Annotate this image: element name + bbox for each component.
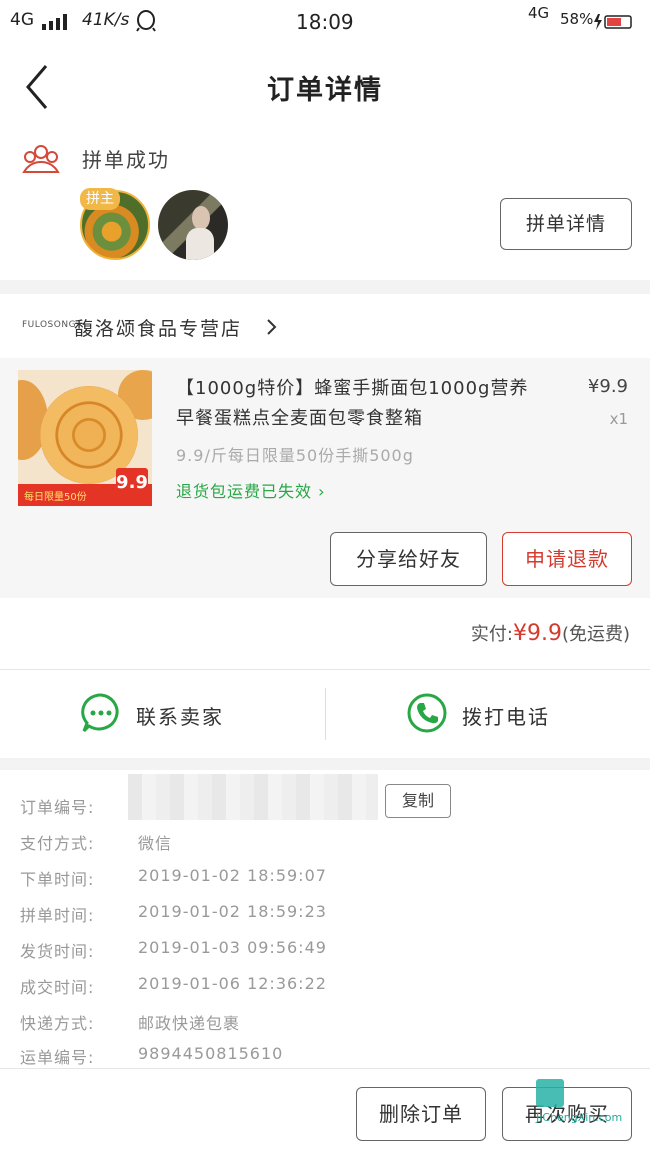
info-label: 运单编号: — [20, 1048, 95, 1067]
paid-amount: ¥9.9 — [512, 621, 562, 646]
shop-name: 馥洛颂食品专营店 — [74, 318, 243, 340]
avatar-member — [158, 190, 228, 260]
call-phone-button[interactable]: 拨打电话 — [406, 692, 606, 736]
chevron-right-icon: › — [318, 482, 326, 501]
info-label: 支付方式: — [20, 834, 95, 853]
image-price-badge: 9.9 — [116, 468, 148, 502]
bottom-action-bar: 删除订单 再次购买 JiChengXin.com — [0, 1068, 650, 1155]
info-value: 邮政快递包裹 — [138, 1014, 241, 1033]
image-tag-text: 每日限量50份 — [24, 492, 87, 503]
info-label: 成交时间: — [20, 978, 95, 997]
call-phone-label: 拨打电话 — [462, 705, 550, 729]
watermark-text: JiChengXin.com — [536, 1111, 623, 1124]
watermark-logo — [536, 1079, 564, 1107]
order-info-section: 复制 订单编号: 支付方式: 微信 下单时间: 2019-01-02 18:59… — [0, 770, 650, 1070]
group-buy-section: 拼单成功 拼主 拼单详情 — [0, 130, 650, 280]
shop-logo: FULOSONG — [22, 320, 77, 330]
signal-icon — [42, 14, 67, 30]
phone-icon — [407, 693, 447, 733]
shipping-note-text: 退货包运费已失效 — [176, 482, 313, 501]
info-value: 9894450815610 — [138, 1044, 284, 1063]
network-indicator: 4G — [10, 10, 34, 30]
contact-seller-label: 联系卖家 — [136, 705, 224, 729]
order-actions: 分享给好友 申请退款 — [0, 518, 650, 598]
shipping-free-note: (免运费) — [561, 624, 630, 645]
info-value: 2019-01-02 18:59:23 — [138, 902, 327, 921]
qq-icon — [136, 10, 156, 32]
network-speed: 41K/s — [82, 10, 130, 30]
product-spec: 9.9/斤每日限量50份手撕500g — [176, 446, 414, 465]
clock: 18:09 — [296, 10, 354, 34]
info-value: 2019-01-03 09:56:49 — [138, 938, 327, 957]
group-detail-button[interactable]: 拼单详情 — [500, 198, 632, 250]
chevron-right-icon — [267, 319, 277, 335]
info-label: 发货时间: — [20, 942, 95, 961]
group-status-text: 拼单成功 — [82, 148, 170, 172]
battery-level: 58% — [560, 10, 594, 28]
share-button[interactable]: 分享给好友 — [330, 532, 487, 586]
info-label: 下单时间: — [20, 870, 95, 889]
copy-button[interactable]: 复制 — [385, 784, 451, 818]
chat-icon — [81, 693, 119, 733]
battery-icon — [594, 14, 632, 30]
paid-line: 实付:¥9.9(免运费) — [471, 620, 630, 646]
info-value: 微信 — [138, 834, 173, 853]
product-title: 【1000g特价】蜂蜜手撕面包1000g营养早餐蛋糕点全麦面包零食整箱 — [176, 378, 529, 429]
contact-section: 联系卖家 拨打电话 — [0, 670, 650, 758]
page-title: 订单详情 — [267, 75, 383, 106]
refund-button[interactable]: 申请退款 — [502, 532, 632, 586]
product-quantity: x1 — [609, 410, 628, 428]
navigation-header: 订单详情 — [0, 44, 650, 130]
product-item[interactable]: 每日限量50份 9.9 【1000g特价】蜂蜜手撕面包1000g营养早餐蛋糕点全… — [0, 358, 650, 518]
host-badge: 拼主 — [80, 188, 120, 210]
redacted-order-number — [128, 774, 378, 820]
info-label: 快递方式: — [20, 1014, 95, 1033]
payment-summary: 实付:¥9.9(免运费) — [0, 598, 650, 670]
group-icon — [22, 145, 60, 173]
product-price: ¥9.9 — [587, 376, 628, 397]
shipping-note[interactable]: 退货包运费已失效 › — [176, 478, 326, 502]
product-image: 每日限量50份 9.9 — [18, 370, 152, 506]
network-right: 4G — [528, 4, 550, 22]
status-bar: 4G 41K/s 18:09 4G 58% — [0, 0, 650, 44]
info-value: 2019-01-02 18:59:07 — [138, 866, 327, 885]
shop-row[interactable]: FULOSONG 馥洛颂食品专营店 — [0, 294, 650, 358]
paid-label: 实付: — [470, 624, 513, 645]
divider — [325, 688, 326, 740]
info-label: 订单编号: — [20, 798, 95, 817]
info-label: 拼单时间: — [20, 906, 95, 925]
info-value: 2019-01-06 12:36:22 — [138, 974, 327, 993]
contact-seller-button[interactable]: 联系卖家 — [80, 692, 280, 736]
delete-order-button[interactable]: 删除订单 — [356, 1087, 486, 1141]
